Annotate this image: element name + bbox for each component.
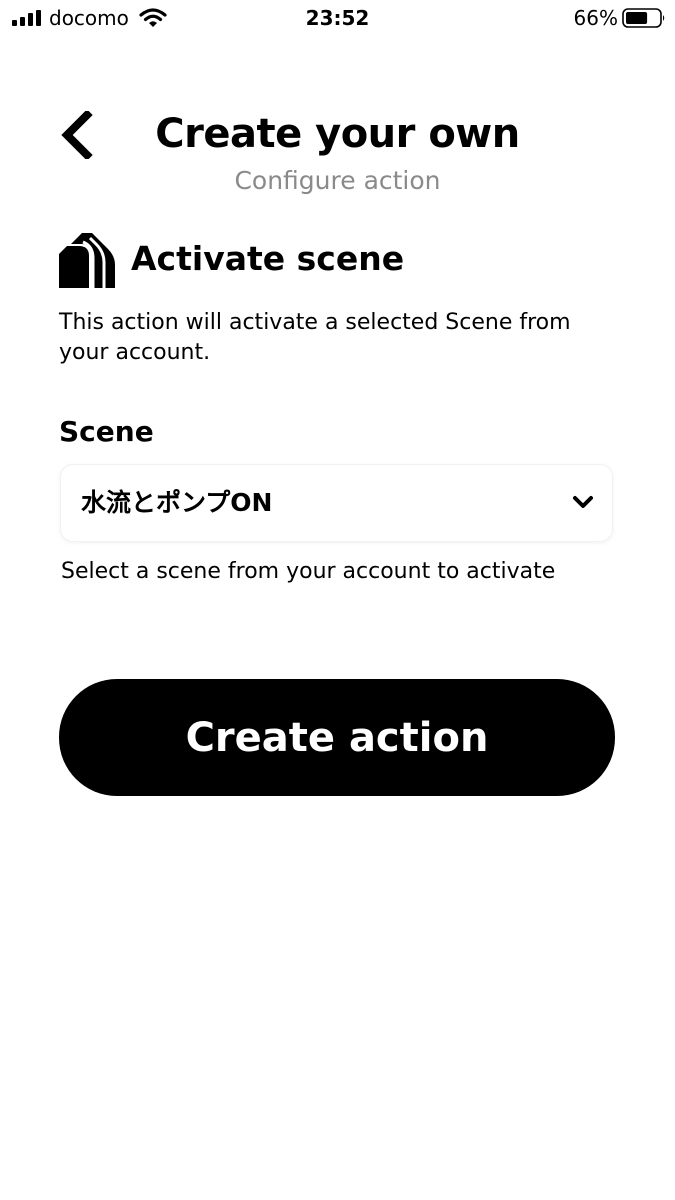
scene-field-help: Select a scene from your account to acti… bbox=[61, 559, 556, 584]
scene-select-value: 水流とポンプON bbox=[81, 488, 273, 517]
service-logo-icon bbox=[59, 233, 115, 288]
action-name: Activate scene bbox=[131, 239, 405, 278]
page-title: Create your own bbox=[155, 111, 520, 157]
scene-select[interactable]: 水流とポンプON bbox=[61, 465, 612, 541]
battery-icon bbox=[622, 8, 665, 28]
status-bar: docomo 23:52 66% bbox=[0, 0, 675, 38]
scene-field-label: Scene bbox=[59, 415, 154, 448]
action-description: This action will activate a selected Sce… bbox=[59, 310, 571, 365]
battery-percent: 66% bbox=[573, 6, 618, 30]
create-action-button[interactable]: Create action bbox=[59, 679, 615, 796]
chevron-down-icon bbox=[573, 496, 593, 508]
page-subtitle: Configure action bbox=[234, 166, 441, 195]
